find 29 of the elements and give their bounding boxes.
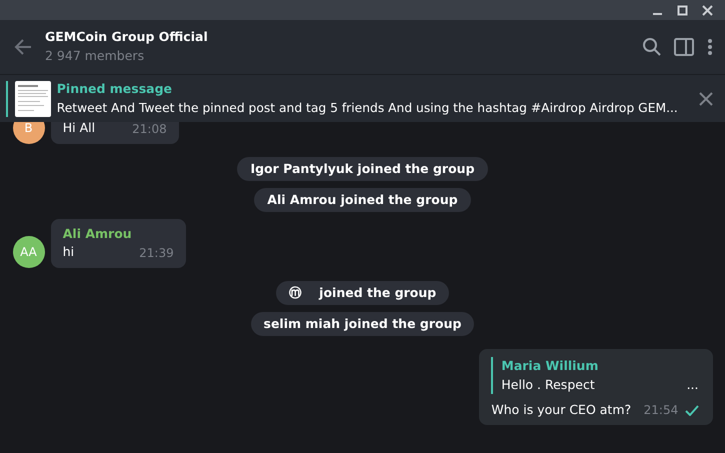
avatar: AA [12, 236, 44, 268]
sidebar-panel-icon[interactable] [674, 38, 694, 56]
reply-author: Maria Willium [501, 356, 600, 375]
search-icon[interactable] [642, 37, 662, 57]
close-window-icon[interactable] [702, 4, 714, 16]
back-arrow-icon[interactable] [12, 37, 32, 57]
avatar: B [12, 122, 44, 144]
service-message: Ali Amrou joined the group [254, 188, 471, 212]
sender-name: Ali Amrou [62, 224, 133, 242]
reply-text: Hello . Respect [501, 376, 595, 394]
pinned-thumbnail [14, 80, 50, 116]
chat-title: GEMCoin Group Official [45, 28, 209, 46]
member-count: 2 947 members [45, 47, 146, 65]
close-icon[interactable] [698, 92, 712, 106]
message-text: Who is your CEO atm? [491, 400, 632, 419]
service-message: selim miah joined the group [250, 312, 474, 336]
message-text: hi [62, 243, 74, 262]
maximize-icon[interactable] [677, 4, 688, 16]
message-time: 21:39 [139, 245, 174, 262]
service-message: Igor Pantylyuk joined the group [237, 156, 488, 182]
pinned-text: Retweet And Tweet the pinned post and tag 5 friends And using the hashtag #Airdrop Airdrop GEM... [56, 100, 679, 117]
more-menu-icon[interactable] [706, 38, 712, 56]
ellipsis-text: ... [686, 376, 698, 394]
message-time: 21:54 [644, 402, 678, 420]
message-text: Hi All [62, 122, 96, 138]
message-time: 21:08 [132, 122, 167, 138]
pinned-label: Pinned message [56, 80, 174, 98]
reply-quote[interactable]: Maria Willium Hello . Respect ... [491, 356, 698, 394]
service-message: ⓜ joined the group [276, 280, 450, 306]
